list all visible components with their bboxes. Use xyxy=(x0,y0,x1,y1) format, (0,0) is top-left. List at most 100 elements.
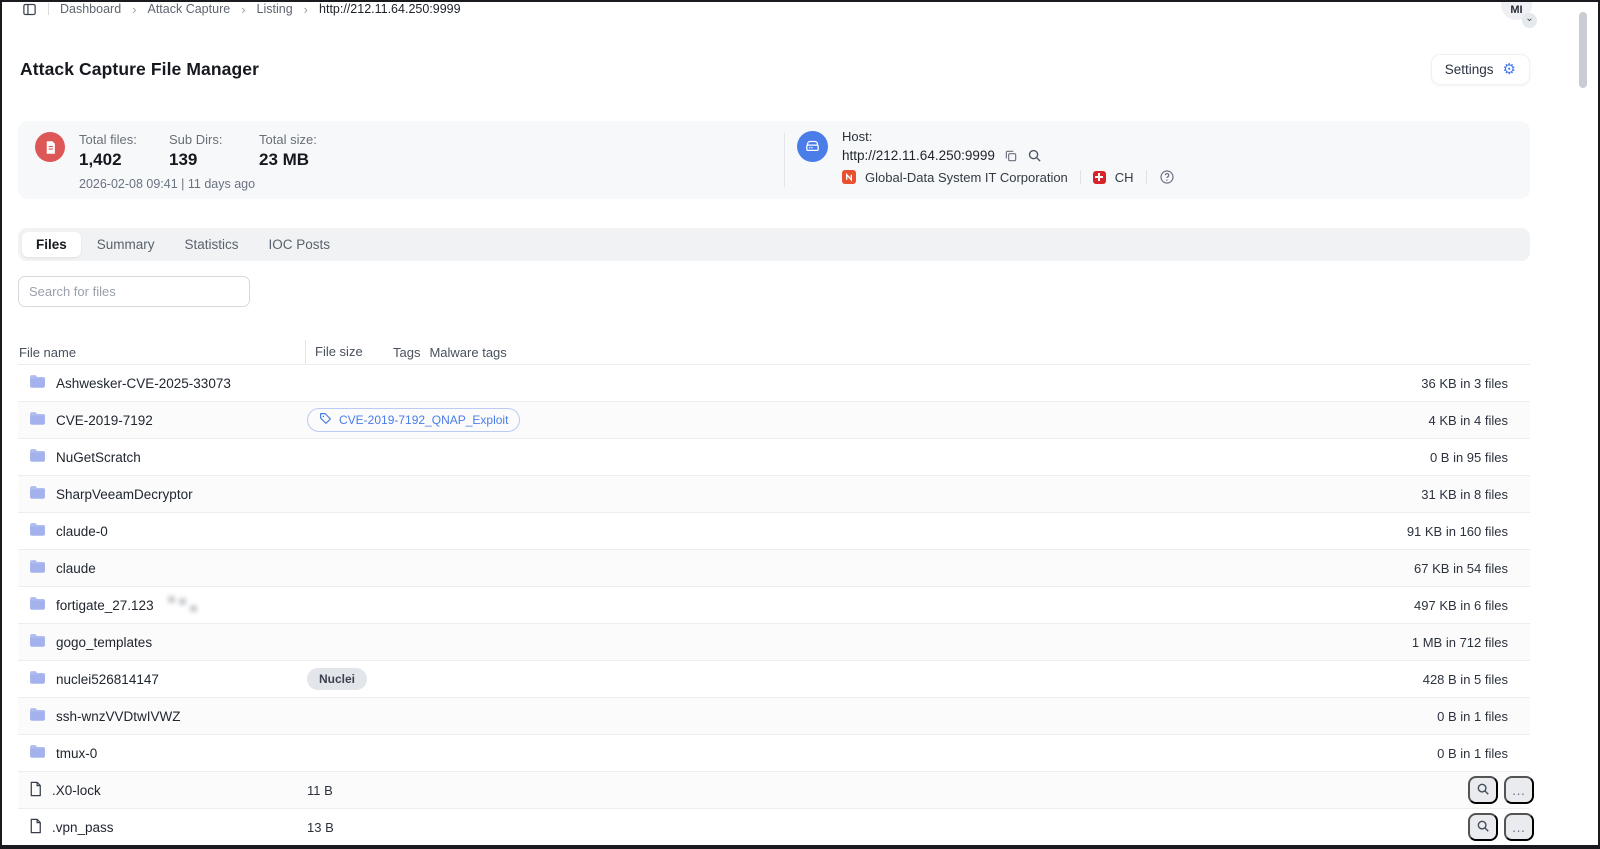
breadcrumb-attack-capture[interactable]: Attack Capture xyxy=(148,2,231,16)
stat-label: Sub Dirs: xyxy=(169,132,223,147)
file-name[interactable]: claude-0 xyxy=(56,524,108,539)
stat-label: Total size: xyxy=(259,132,317,147)
tab-statistics[interactable]: Statistics xyxy=(171,232,253,257)
table-row[interactable]: CVE-2019-7192 CVE-2019-7192_QNAP_Exploit 4… xyxy=(18,401,1530,438)
table-row[interactable]: claude-0 91 KB in 160 files xyxy=(18,512,1530,549)
chevron-right-icon: › xyxy=(241,1,246,17)
dir-total-size: 67 KB in 54 files xyxy=(1414,560,1508,576)
country-code: CH xyxy=(1114,169,1134,185)
app-window: Dashboard › Attack Capture › Listing › h… xyxy=(0,0,1600,849)
file-meta-cell: 13 B xyxy=(307,820,1468,835)
file-name[interactable]: claude xyxy=(56,561,96,576)
stat-total-files: Total files: 1,402 xyxy=(79,132,147,170)
file-name-cell: SharpVeeamDecryptor xyxy=(18,485,307,503)
column-malware-tags: Malware tags xyxy=(429,344,507,360)
divider xyxy=(1145,170,1147,184)
cve-tag-pill[interactable]: CVE-2019-7192_QNAP_Exploit xyxy=(307,408,521,432)
folder-icon xyxy=(29,633,46,651)
help-icon[interactable] xyxy=(1159,169,1175,185)
capture-timestamp: 2026-02-08 09:41 | 11 days ago xyxy=(79,177,256,191)
file-name[interactable]: Ashwesker-CVE-2025-33073 xyxy=(56,376,231,391)
settings-button-label: Settings xyxy=(1444,62,1494,77)
dir-total-size: 0 B in 95 files xyxy=(1429,449,1508,465)
table-row[interactable]: SharpVeeamDecryptor 31 KB in 8 files xyxy=(18,475,1530,512)
file-table: File name File size Tags Malware tags As… xyxy=(2,340,1598,845)
breadcrumb-host-url[interactable]: http://212.11.64.250:9999 xyxy=(319,2,461,16)
stat-sub-dirs: Sub Dirs: 139 xyxy=(169,132,237,170)
row-more-button[interactable]: … xyxy=(1504,776,1534,804)
folder-icon xyxy=(29,522,46,540)
dir-total-size: 1 MB in 712 files xyxy=(1411,634,1508,650)
row-search-button[interactable] xyxy=(1468,776,1498,804)
file-name[interactable]: CVE-2019-7192 xyxy=(56,413,153,428)
column-file-size: File size xyxy=(305,340,393,364)
stat-value: 1,402 xyxy=(79,150,122,169)
dir-total-size: 0 B in 1 files xyxy=(1437,745,1508,761)
dir-total-size: 428 B in 5 files xyxy=(1422,671,1508,687)
table-row[interactable]: .X0-lock 11 B… xyxy=(18,771,1534,808)
tab-ioc-posts[interactable]: IOC Posts xyxy=(255,232,345,257)
search-host-icon[interactable] xyxy=(1027,148,1042,163)
folder-icon xyxy=(29,670,46,688)
tab-files[interactable]: Files xyxy=(22,232,81,257)
chevron-down-icon[interactable]: ⌄ xyxy=(1522,13,1537,28)
breadcrumb: Dashboard › Attack Capture › Listing › h… xyxy=(60,2,461,17)
dir-total-size: 497 KB in 6 files xyxy=(1414,597,1508,613)
table-row[interactable]: fortigate_27.123 497 KB in 6 files xyxy=(18,586,1530,623)
folder-icon xyxy=(29,707,46,725)
scrollbar-thumb[interactable] xyxy=(1579,12,1587,88)
page-title: Attack Capture File Manager xyxy=(20,59,260,79)
row-more-button[interactable]: … xyxy=(1504,813,1534,841)
file-meta-cell: Nuclei xyxy=(307,668,1423,690)
table-row[interactable]: NuGetScratch 0 B in 95 files xyxy=(18,438,1530,475)
sidebar-toggle-icon[interactable] xyxy=(22,2,37,17)
stat-value: 23 MB xyxy=(259,150,310,169)
overview-card: Total files: 1,402 Sub Dirs: 139 Total s… xyxy=(18,121,1530,199)
tab-bar: Files Summary Statistics IOC Posts xyxy=(18,228,1530,261)
search-icon xyxy=(1476,819,1490,836)
file-name[interactable]: tmux-0 xyxy=(56,746,97,761)
row-search-button[interactable] xyxy=(1468,813,1498,841)
file-name[interactable]: .X0-lock xyxy=(52,783,101,798)
search-input[interactable] xyxy=(18,276,250,307)
file-name[interactable]: gogo_templates xyxy=(56,635,152,650)
row-actions: … xyxy=(1468,813,1534,841)
file-name[interactable]: fortigate_27.123 xyxy=(56,598,154,613)
stat-label: Total files: xyxy=(79,132,137,147)
file-table-body: Ashwesker-CVE-2025-33073 36 KB in 3 files… xyxy=(2,364,1534,845)
breadcrumb-listing[interactable]: Listing xyxy=(257,2,293,16)
table-row[interactable]: gogo_templates 1 MB in 712 files xyxy=(18,623,1530,660)
breadcrumb-dashboard[interactable]: Dashboard xyxy=(60,2,121,16)
copy-icon[interactable] xyxy=(1004,149,1018,163)
file-icon xyxy=(29,781,42,800)
settings-button[interactable]: Settings ⚙ xyxy=(1430,54,1530,85)
dir-total-size: 4 KB in 4 files xyxy=(1428,412,1509,428)
topbar-divider xyxy=(48,3,49,15)
gear-icon: ⚙ xyxy=(1502,61,1516,78)
file-name[interactable]: .vpn_pass xyxy=(52,820,114,835)
file-name-cell: fortigate_27.123 xyxy=(18,595,307,614)
table-row[interactable]: tmux-0 0 B in 1 files xyxy=(18,734,1530,771)
table-row[interactable]: .vpn_pass 13 B … xyxy=(18,808,1534,845)
file-name-cell: claude xyxy=(18,559,307,577)
table-row[interactable]: ssh-wnzVVDtwIVWZ 0 B in 1 files xyxy=(18,697,1530,734)
dir-total-size: 36 KB in 3 files xyxy=(1421,375,1508,391)
overview-stats-section: Total files: 1,402 Sub Dirs: 139 Total s… xyxy=(18,121,784,199)
file-name-cell: ssh-wnzVVDtwIVWZ xyxy=(18,707,307,725)
table-row[interactable]: nuclei526814147 Nuclei 428 B in 5 files xyxy=(18,660,1530,697)
tab-summary[interactable]: Summary xyxy=(83,232,169,257)
folder-icon xyxy=(29,374,46,392)
table-row[interactable]: Ashwesker-CVE-2025-33073 36 KB in 3 files xyxy=(18,364,1530,401)
table-row[interactable]: claude 67 KB in 54 files xyxy=(18,549,1530,586)
file-name[interactable]: NuGetScratch xyxy=(56,450,141,465)
row-actions: … xyxy=(1468,776,1534,804)
file-name[interactable]: SharpVeeamDecryptor xyxy=(56,487,193,502)
folder-icon xyxy=(29,559,46,577)
file-name-cell: NuGetScratch xyxy=(18,448,307,466)
file-name[interactable]: ssh-wnzVVDtwIVWZ xyxy=(56,709,181,724)
folder-icon xyxy=(29,744,46,762)
search-icon xyxy=(1476,782,1490,799)
file-name[interactable]: nuclei526814147 xyxy=(56,672,159,687)
tag-label: CVE-2019-7192_QNAP_Exploit xyxy=(339,413,509,427)
folder-icon xyxy=(29,448,46,466)
